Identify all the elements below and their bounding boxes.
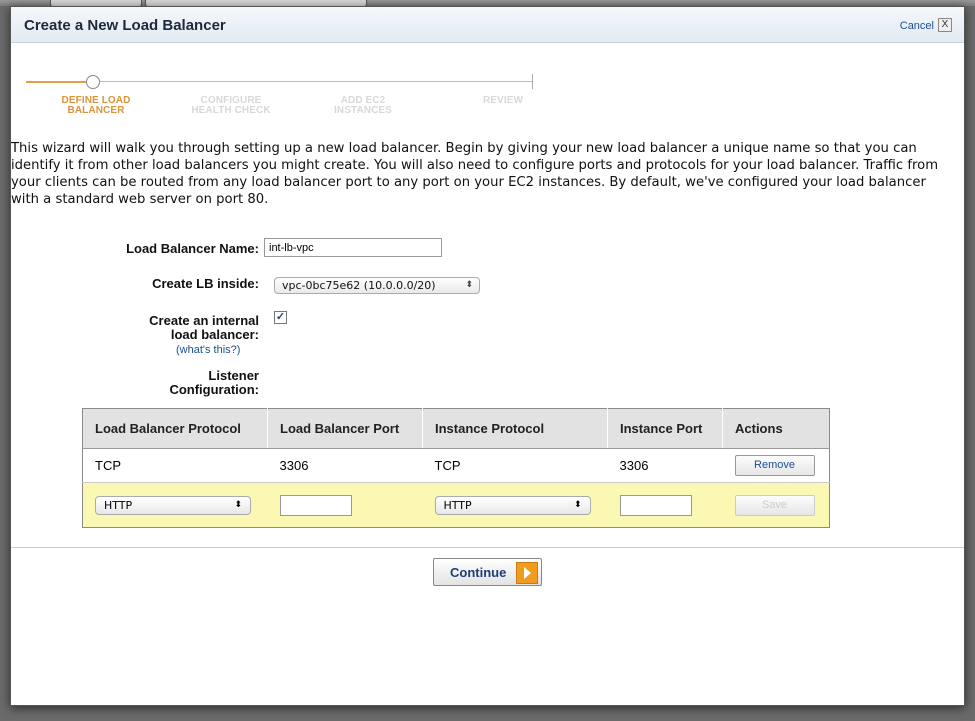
select-arrows-icon: ⬍ bbox=[234, 499, 242, 510]
continue-button[interactable]: Continue bbox=[433, 558, 542, 586]
whats-this-link[interactable]: (what's this?) bbox=[176, 344, 240, 356]
footer-divider bbox=[11, 547, 964, 548]
new-instance-protocol-cell: HTTP ⬍ bbox=[422, 482, 608, 528]
step-add-ec2-instances: ADD EC2 INSTANCES bbox=[334, 95, 392, 116]
dialog-title: Create a New Load Balancer bbox=[24, 17, 226, 34]
col-lb-port: Load Balancer Port bbox=[267, 408, 423, 449]
table-header-row: Load Balancer Protocol Load Balancer Por… bbox=[82, 408, 830, 449]
current-step-marker-icon bbox=[86, 75, 100, 89]
new-lb-protocol-cell: HTTP ⬍ bbox=[82, 482, 268, 528]
table-row: TCP 3306 TCP 3306 Remove bbox=[82, 448, 830, 483]
col-lb-protocol: Load Balancer Protocol bbox=[82, 408, 268, 449]
select-arrows-icon: ⬍ bbox=[573, 499, 582, 510]
save-button[interactable]: Save bbox=[734, 494, 815, 516]
close-icon[interactable]: X bbox=[938, 18, 952, 32]
new-instance-port-cell bbox=[607, 482, 723, 528]
new-instance-protocol-select[interactable]: HTTP ⬍ bbox=[434, 495, 591, 515]
progress-end-tick bbox=[532, 74, 533, 89]
new-lb-protocol-value: HTTP bbox=[104, 498, 133, 512]
internal-lb-label: Create an internal load balancer: bbox=[149, 313, 259, 342]
step-review: REVIEW bbox=[482, 95, 524, 106]
row-instance-port: 3306 bbox=[607, 448, 723, 483]
new-instance-protocol-value: HTTP bbox=[443, 498, 472, 512]
step-define-load-balancer: DEFINE LOAD BALANCER bbox=[61, 95, 131, 116]
row-lb-protocol: TCP bbox=[82, 448, 268, 483]
cancel-link[interactable]: Cancel bbox=[900, 20, 934, 32]
new-lb-port-input[interactable] bbox=[279, 494, 352, 516]
row-actions: Remove bbox=[722, 448, 830, 483]
new-instance-port-input[interactable] bbox=[619, 494, 692, 516]
vpc-select[interactable]: vpc-0bc75e62 (10.0.0.0/20) ⬍ bbox=[274, 277, 480, 294]
wizard-intro-text: This wizard will walk you through settin… bbox=[11, 141, 939, 207]
new-actions-cell: Save bbox=[722, 482, 830, 528]
vpc-select-value: vpc-0bc75e62 (10.0.0.0/20) bbox=[282, 279, 436, 292]
row-instance-protocol: TCP bbox=[422, 448, 608, 483]
col-instance-protocol: Instance Protocol bbox=[422, 408, 608, 449]
select-arrows-icon: ⬍ bbox=[465, 280, 473, 290]
new-listener-row: HTTP ⬍ HTTP ⬍ Save bbox=[82, 482, 830, 528]
col-instance-port: Instance Port bbox=[607, 408, 723, 449]
new-lb-protocol-select[interactable]: HTTP ⬍ bbox=[95, 495, 251, 515]
create-load-balancer-dialog: Create a New Load Balancer Cancel X DEFI… bbox=[10, 6, 965, 706]
lb-name-label: Load Balancer Name: bbox=[126, 241, 259, 256]
row-lb-port: 3306 bbox=[267, 448, 423, 483]
remove-button[interactable]: Remove bbox=[734, 455, 815, 476]
listener-config-label: Listener Configuration: bbox=[169, 368, 259, 397]
progress-line-remaining bbox=[100, 81, 533, 82]
step-configure-health-check: CONFIGURE HEALTH CHECK bbox=[191, 95, 271, 116]
col-actions: Actions bbox=[722, 408, 830, 449]
progress-line-complete bbox=[26, 81, 88, 83]
lb-name-input[interactable] bbox=[264, 238, 442, 257]
listener-table: Load Balancer Protocol Load Balancer Por… bbox=[82, 408, 830, 528]
lb-inside-label: Create LB inside: bbox=[152, 276, 259, 291]
dialog-titlebar: Create a New Load Balancer Cancel X bbox=[11, 7, 964, 43]
arrow-right-icon bbox=[516, 562, 538, 584]
continue-label: Continue bbox=[450, 565, 507, 580]
wizard-progress: DEFINE LOAD BALANCER CONFIGURE HEALTH CHEC… bbox=[11, 67, 571, 127]
internal-lb-checkbox[interactable]: ✓ bbox=[274, 311, 287, 324]
new-lb-port-cell bbox=[267, 482, 423, 528]
